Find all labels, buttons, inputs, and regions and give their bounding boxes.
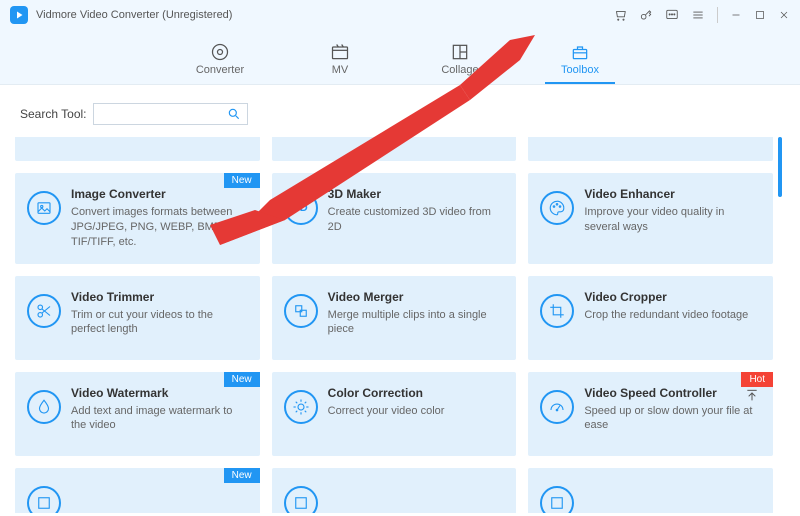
collage-icon xyxy=(425,42,495,62)
card-partial-3[interactable] xyxy=(528,468,773,513)
titlebar: Vidmore Video Converter (Unregistered) xyxy=(0,0,800,30)
content-area: Search Tool: Remove the watermark from t… xyxy=(0,85,800,516)
card-desc: Trim or cut your videos to the perfect l… xyxy=(71,308,248,338)
cart-icon[interactable] xyxy=(613,8,627,22)
generic-icon xyxy=(540,486,574,513)
close-button[interactable] xyxy=(778,9,790,21)
scrollbar-track[interactable] xyxy=(778,137,782,513)
tab-converter[interactable]: Converter xyxy=(185,42,255,84)
card-desc: Improve your video quality in several wa… xyxy=(584,205,761,235)
app-logo xyxy=(10,6,28,24)
new-badge: New xyxy=(224,173,260,188)
card-desc: Create customized 3D video from 2D xyxy=(328,205,505,235)
card-title: Video Enhancer xyxy=(584,187,761,201)
card-title: 3D Maker xyxy=(328,187,505,201)
titlebar-actions xyxy=(613,7,790,23)
new-badge: New xyxy=(224,468,260,483)
generic-icon xyxy=(27,486,61,513)
maximize-button[interactable] xyxy=(754,9,766,21)
merge-icon xyxy=(284,294,318,328)
tab-label: MV xyxy=(305,64,375,76)
converter-icon xyxy=(185,42,255,62)
divider xyxy=(717,7,718,23)
main-tabs: Converter MV Collage Toolbox xyxy=(0,30,800,85)
card-partial-1[interactable]: New xyxy=(15,468,260,513)
card-video-speed[interactable]: Hot Video Speed Controller Speed up or s… xyxy=(528,372,773,456)
card-title: Color Correction xyxy=(328,386,505,400)
card-desc: Merge multiple clips into a single piece xyxy=(328,308,505,338)
scroll-to-top-button[interactable] xyxy=(744,387,760,408)
search-row: Search Tool: xyxy=(20,103,785,125)
card-desc: Correct your video color xyxy=(328,404,505,419)
scissors-icon xyxy=(27,294,61,328)
card-video-cropper[interactable]: Video Cropper Crop the redundant video f… xyxy=(528,276,773,360)
tools-grid: Remove the watermark from the video flex… xyxy=(15,137,785,513)
card-noise-remover[interactable]: Remove background noise from audio video xyxy=(272,137,517,161)
tab-collage[interactable]: Collage xyxy=(425,42,495,84)
minimize-button[interactable] xyxy=(730,9,742,21)
hot-badge: Hot xyxy=(741,372,773,387)
water-icon xyxy=(27,390,61,424)
image-icon xyxy=(27,191,61,225)
generic-icon xyxy=(284,486,318,513)
search-icon xyxy=(227,107,241,121)
tab-label: Collage xyxy=(425,64,495,76)
toolbox-icon xyxy=(545,42,615,62)
tab-label: Converter xyxy=(185,64,255,76)
new-badge: New xyxy=(224,372,260,387)
mv-icon xyxy=(305,42,375,62)
card-video-merger[interactable]: Video Merger Merge multiple clips into a… xyxy=(272,276,517,360)
card-title: Video Watermark xyxy=(71,386,248,400)
card-title: Video Speed Controller xyxy=(584,386,761,400)
card-image-converter[interactable]: New Image Converter Convert images forma… xyxy=(15,173,260,264)
menu-icon[interactable] xyxy=(691,8,705,22)
scrollbar-thumb[interactable] xyxy=(778,137,782,197)
card-desc: Crop the redundant video footage xyxy=(584,308,761,323)
card-3d-maker[interactable]: 3D 3D Maker Create customized 3D video f… xyxy=(272,173,517,264)
window-title: Vidmore Video Converter (Unregistered) xyxy=(36,9,232,21)
card-desc: Add text and image watermark to the vide… xyxy=(71,404,248,434)
gauge-icon xyxy=(540,390,574,424)
card-desc: Speed up or slow down your file at ease xyxy=(584,404,761,434)
palette-icon xyxy=(540,191,574,225)
card-video-enhancer[interactable]: Video Enhancer Improve your video qualit… xyxy=(528,173,773,264)
key-icon[interactable] xyxy=(639,8,653,22)
card-video-watermark[interactable]: New Video Watermark Add text and image w… xyxy=(15,372,260,456)
card-video-trimmer[interactable]: Video Trimmer Trim or cut your videos to… xyxy=(15,276,260,360)
card-watermark-remover[interactable]: Remove the watermark from the video flex… xyxy=(15,137,260,161)
search-label: Search Tool: xyxy=(20,107,87,121)
tools-grid-wrap: Remove the watermark from the video flex… xyxy=(15,137,785,513)
search-input[interactable] xyxy=(93,103,248,125)
tab-toolbox[interactable]: Toolbox xyxy=(545,42,615,84)
card-gif-maker[interactable]: GIF Make customized GIF with your video … xyxy=(528,137,773,161)
card-desc: Convert images formats between JPG/JPEG,… xyxy=(71,205,248,250)
card-color-correction[interactable]: Color Correction Correct your video colo… xyxy=(272,372,517,456)
sun-icon xyxy=(284,390,318,424)
card-title: Video Cropper xyxy=(584,290,761,304)
card-title: Video Merger xyxy=(328,290,505,304)
card-title: Image Converter xyxy=(71,187,248,201)
card-title: Video Trimmer xyxy=(71,290,248,304)
crop-icon xyxy=(540,294,574,328)
3d-icon: 3D xyxy=(284,191,318,225)
card-partial-2[interactable] xyxy=(272,468,517,513)
feedback-icon[interactable] xyxy=(665,8,679,22)
tab-label: Toolbox xyxy=(545,64,615,76)
tab-mv[interactable]: MV xyxy=(305,42,375,84)
